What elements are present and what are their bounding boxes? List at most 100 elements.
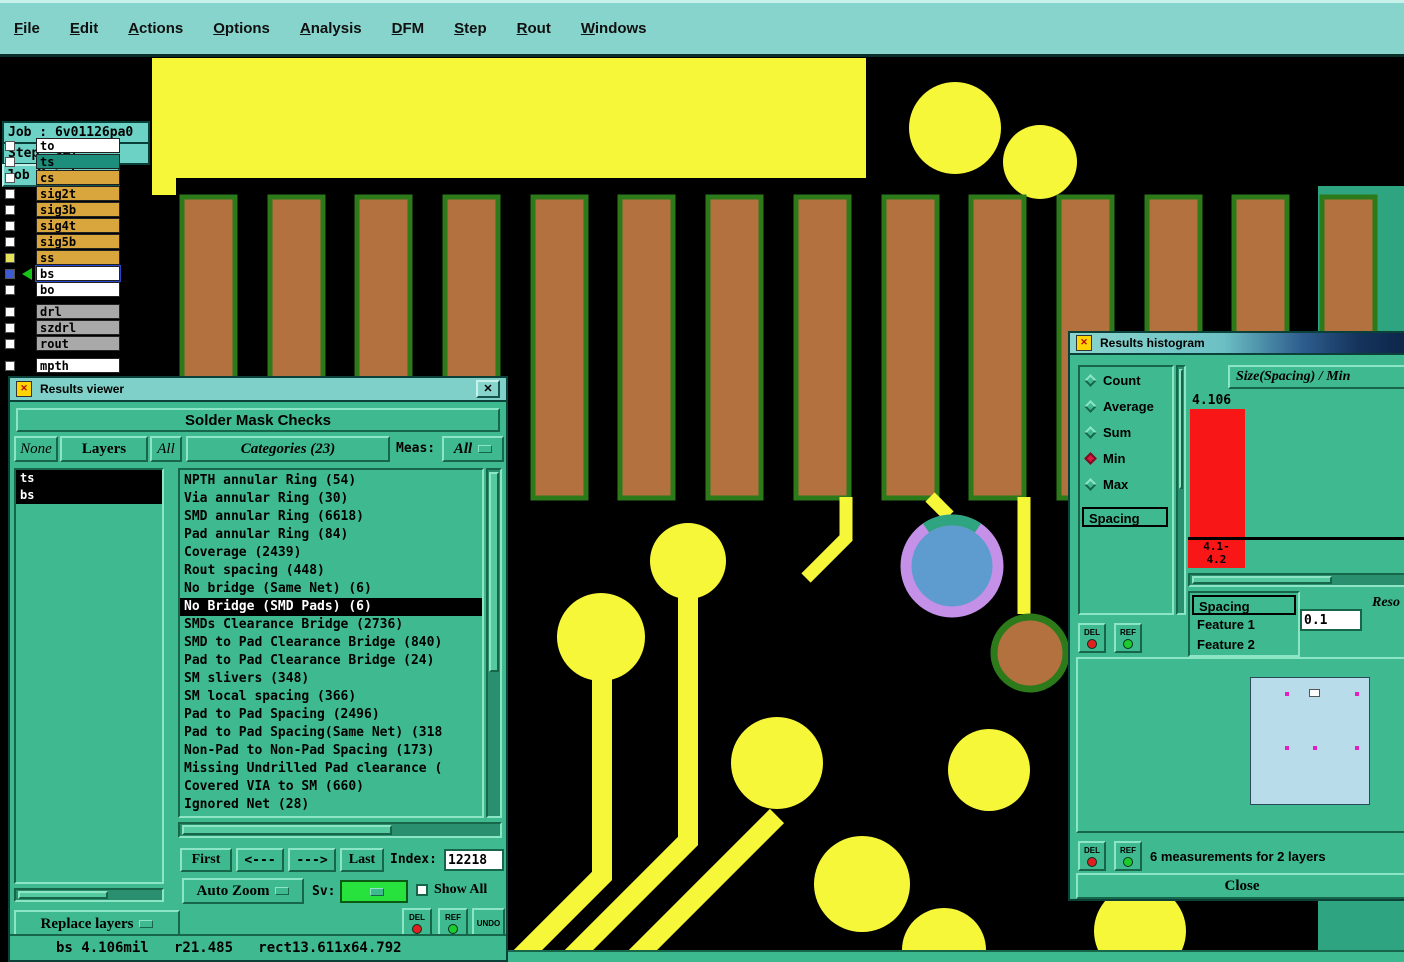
layer-visibility-checkbox[interactable] — [5, 221, 15, 231]
layer-name[interactable]: ts — [36, 154, 120, 169]
field-feature1[interactable]: Feature 1 — [1192, 615, 1296, 635]
layer-visibility-checkbox[interactable] — [5, 189, 15, 199]
stat-max[interactable]: Max — [1080, 471, 1172, 497]
histogram-ref-button-2[interactable]: REF — [1114, 841, 1142, 871]
layer-visibility-checkbox[interactable] — [5, 307, 15, 317]
categories-hscrollbar[interactable] — [178, 822, 502, 838]
results-viewer-titlebar[interactable]: ✕ Results viewer ✕ — [10, 378, 506, 402]
field-spacing-selected[interactable]: Spacing — [1192, 595, 1296, 615]
layer-row-cs[interactable]: cs — [0, 170, 152, 186]
field-feature2[interactable]: Feature 2 — [1192, 635, 1296, 655]
category-item[interactable]: Pad to Pad Clearance Bridge (24) — [180, 652, 482, 670]
layer-name[interactable]: rout — [36, 336, 120, 351]
layer-name[interactable]: bs — [35, 265, 121, 282]
field-list[interactable]: Spacing Feature 1 Feature 2 — [1188, 591, 1300, 657]
menu-options[interactable]: Options — [213, 20, 270, 37]
reso-input[interactable] — [1300, 609, 1362, 631]
category-item[interactable]: SMD to Pad Clearance Bridge (840) — [180, 634, 482, 652]
menu-step[interactable]: Step — [454, 20, 487, 37]
menu-actions[interactable]: Actions — [128, 20, 183, 37]
histogram-ref-button[interactable]: REF — [1114, 623, 1142, 653]
layer-name[interactable]: ss — [36, 250, 120, 265]
layer-row-sig3b[interactable]: sig3b — [0, 202, 152, 218]
first-button[interactable]: First — [180, 848, 232, 872]
layer-row-sig4t[interactable]: sig4t — [0, 218, 152, 234]
layer-visibility-checkbox[interactable] — [5, 173, 15, 183]
category-item[interactable]: SMDs Clearance Bridge (2736) — [180, 616, 482, 634]
layer-visibility-checkbox[interactable] — [5, 269, 15, 279]
category-item[interactable]: Pad annular Ring (84) — [180, 526, 482, 544]
layer-name[interactable]: sig4t — [36, 218, 120, 233]
stat-average[interactable]: Average — [1080, 393, 1172, 419]
menu-dfm[interactable]: DFM — [392, 20, 425, 37]
category-item-selected[interactable]: No Bridge (SMD Pads) (6) — [180, 598, 482, 616]
histogram-titlebar[interactable]: ✕ Results histogram — [1070, 333, 1404, 355]
selected-layer-item[interactable]: ts — [16, 470, 162, 487]
layer-row-mpth[interactable]: mpth — [0, 358, 152, 374]
layer-row-drl[interactable]: drl — [0, 304, 152, 320]
show-all-checkbox[interactable] — [416, 884, 428, 896]
layer-visibility-checkbox[interactable] — [5, 237, 15, 247]
layers-hscrollbar[interactable] — [14, 888, 164, 902]
layer-row-bs[interactable]: bs — [0, 265, 152, 282]
layer-visibility-checkbox[interactable] — [5, 253, 15, 263]
stat-sum[interactable]: Sum — [1080, 419, 1172, 445]
category-item[interactable]: Missing Undrilled Pad clearance ( — [180, 760, 482, 778]
histogram-del-button[interactable]: DEL — [1078, 623, 1106, 653]
layer-row-bo[interactable]: bo — [0, 282, 152, 298]
category-item[interactable]: Covered VIA to SM (660) — [180, 778, 482, 796]
categories-button[interactable]: Categories (23) — [186, 436, 390, 462]
chart-hscrollbar[interactable] — [1188, 573, 1404, 587]
category-item[interactable]: Coverage (2439) — [180, 544, 482, 562]
layer-name[interactable]: drl — [36, 304, 120, 319]
layer-name[interactable]: sig3b — [36, 202, 120, 217]
sv-color-swatch[interactable] — [340, 880, 408, 903]
layer-row-to[interactable]: to — [0, 138, 152, 154]
chart-area[interactable]: 4.106 4.1- 4.2 — [1188, 391, 1404, 568]
category-item[interactable]: Ignored Net (28) — [180, 796, 482, 814]
layer-row-szdrl[interactable]: szdrl — [0, 320, 152, 336]
layer-row-ts[interactable]: ts — [0, 154, 152, 170]
layer-row-ss[interactable]: ss — [0, 250, 152, 266]
layer-name[interactable]: cs — [36, 170, 120, 185]
category-item[interactable]: SM slivers (348) — [180, 670, 482, 688]
categories-list[interactable]: NPTH annular Ring (54) Via annular Ring … — [178, 468, 484, 818]
category-item[interactable]: NPTH annular Ring (54) — [180, 472, 482, 490]
category-item[interactable]: Rout spacing (448) — [180, 562, 482, 580]
menu-file[interactable]: File — [14, 20, 40, 37]
chart-bar[interactable] — [1190, 409, 1245, 537]
menu-analysis[interactable]: Analysis — [300, 20, 362, 37]
layer-name[interactable]: mpth — [36, 358, 120, 373]
layer-row-sig2t[interactable]: sig2t — [0, 186, 152, 202]
next-button[interactable]: ---> — [288, 848, 336, 872]
close-icon[interactable]: ✕ — [476, 380, 500, 398]
prev-button[interactable]: <--- — [236, 848, 284, 872]
filter-all-button[interactable]: All — [150, 436, 182, 462]
layer-visibility-checkbox[interactable] — [5, 205, 15, 215]
category-item[interactable]: SMD annular Ring (6618) — [180, 508, 482, 526]
selected-layer-item[interactable]: bs — [16, 487, 162, 504]
filter-layers-button[interactable]: Layers — [60, 436, 148, 462]
layer-visibility-checkbox[interactable] — [5, 157, 15, 167]
menu-rout[interactable]: Rout — [517, 20, 551, 37]
close-button[interactable]: Close — [1076, 873, 1404, 899]
selected-layers-list[interactable]: ts bs — [14, 468, 164, 884]
layer-visibility-checkbox[interactable] — [5, 285, 15, 295]
stats-vscrollbar[interactable] — [1176, 365, 1186, 615]
category-item[interactable]: Pad to Pad Spacing(Same Net) (318 — [180, 724, 482, 742]
category-item[interactable]: SM local spacing (366) — [180, 688, 482, 706]
category-item[interactable]: Pad to Pad Spacing (2496) — [180, 706, 482, 724]
menu-edit[interactable]: Edit — [70, 20, 98, 37]
category-item[interactable]: Non-Pad to Non-Pad Spacing (173) — [180, 742, 482, 760]
layer-visibility-checkbox[interactable] — [5, 339, 15, 349]
layer-visibility-checkbox[interactable] — [5, 141, 15, 151]
category-item[interactable]: Via annular Ring (30) — [180, 490, 482, 508]
layer-visibility-checkbox[interactable] — [5, 323, 15, 333]
meas-dropdown[interactable]: All — [442, 436, 504, 462]
last-button[interactable]: Last — [340, 848, 384, 872]
layer-visibility-checkbox[interactable] — [5, 361, 15, 371]
measure-type-item[interactable]: Spacing — [1082, 507, 1168, 527]
index-input[interactable] — [444, 849, 504, 871]
layer-name[interactable]: sig2t — [36, 186, 120, 201]
stat-count[interactable]: Count — [1080, 367, 1172, 393]
